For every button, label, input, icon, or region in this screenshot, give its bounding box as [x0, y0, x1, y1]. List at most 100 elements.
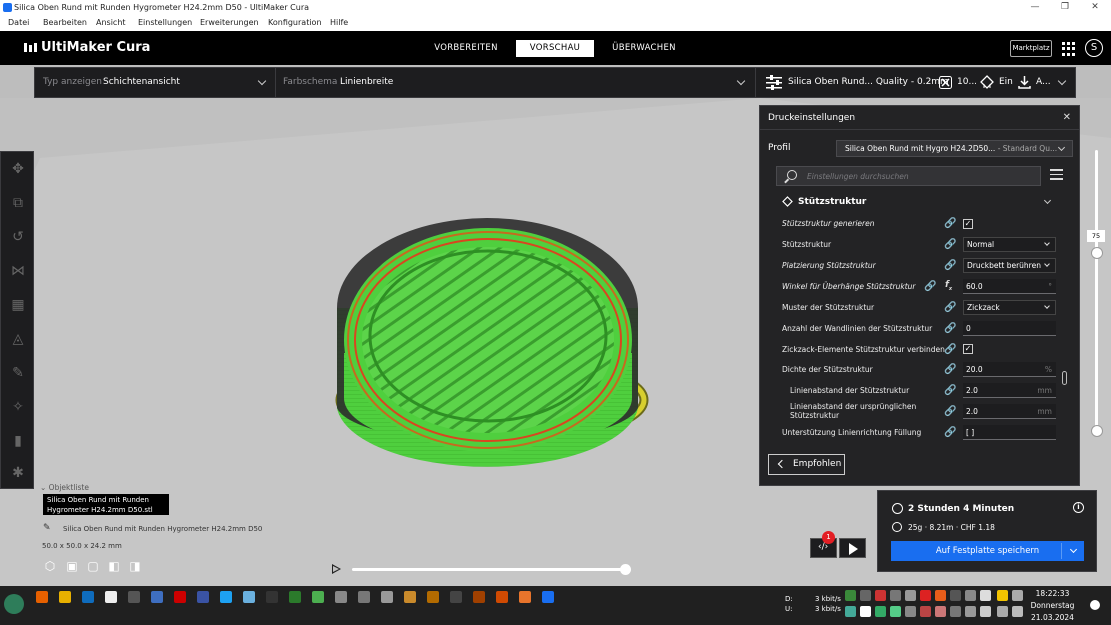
tray-icon[interactable]	[860, 606, 871, 617]
tray-icon[interactable]	[997, 606, 1008, 617]
outlook-icon[interactable]	[82, 591, 94, 603]
menu-ansicht[interactable]: Ansicht	[96, 18, 126, 27]
tray-icon[interactable]	[950, 590, 961, 601]
support-line-distance-input[interactable]: 2.0 mm	[963, 383, 1056, 398]
tray-icon[interactable]	[980, 606, 991, 617]
view-type-select[interactable]: Schichtenansicht	[103, 77, 180, 87]
app-icon[interactable]	[496, 591, 508, 603]
search-input[interactable]: Einstellungen durchsuchen	[807, 172, 909, 181]
maximize-icon[interactable]: ❐	[1050, 0, 1080, 15]
tray-icon[interactable]	[950, 606, 961, 617]
tray-icon[interactable]	[935, 606, 946, 617]
link-icon[interactable]: 🔗	[944, 385, 956, 396]
per-model-settings-icon[interactable]: ▦	[9, 296, 27, 314]
link-icon[interactable]: 🔗	[944, 406, 956, 417]
clock-time[interactable]: 18:22:33	[1030, 589, 1075, 598]
support-placement-select[interactable]: Druckbett berühren	[963, 258, 1056, 273]
simulation-track[interactable]	[352, 568, 625, 571]
menu-hilfe[interactable]: Hilfe	[330, 18, 348, 27]
explorer-icon[interactable]	[59, 591, 71, 603]
scale-tool-icon[interactable]: ⧉	[9, 194, 27, 212]
link-icon[interactable]: 🔗	[924, 281, 936, 292]
tray-icon[interactable]	[860, 590, 871, 601]
clock-day[interactable]: Donnerstag	[1030, 601, 1075, 610]
clock-date[interactable]: 21.03.2024	[1030, 613, 1075, 622]
start-icon[interactable]	[4, 594, 24, 614]
layer-slider[interactable]: 75	[1087, 150, 1105, 440]
menu-einstellungen[interactable]: Einstellungen	[138, 18, 192, 27]
info-icon[interactable]: i	[1073, 502, 1084, 513]
menu-bearbeiten[interactable]: Bearbeiten	[43, 18, 87, 27]
app-icon[interactable]	[335, 591, 347, 603]
recommended-button[interactable]: Empfohlen	[768, 454, 845, 475]
save-to-disk-button[interactable]: Auf Festplatte speichern	[891, 541, 1084, 561]
app-icon[interactable]	[473, 591, 485, 603]
app-icon[interactable]	[151, 591, 163, 603]
initial-support-line-distance-input[interactable]: 2.0 mm	[963, 404, 1056, 419]
tray-icon[interactable]	[920, 606, 931, 617]
play-button[interactable]	[839, 538, 866, 558]
lower-handle[interactable]	[1091, 425, 1103, 437]
menu-erweiterungen[interactable]: Erweiterungen	[200, 18, 259, 27]
link-icon[interactable]: 🔗	[944, 344, 956, 355]
close-icon[interactable]: ✕	[1063, 106, 1071, 130]
app-icon[interactable]	[289, 591, 301, 603]
tray-icon[interactable]	[965, 590, 976, 601]
app-icon[interactable]	[128, 591, 140, 603]
category-title[interactable]: Stützstruktur	[798, 197, 866, 207]
app-icon[interactable]	[266, 591, 278, 603]
view-left-icon[interactable]: ◧	[107, 559, 121, 573]
support-density-input[interactable]: 20.0%	[963, 362, 1056, 377]
infill-line-direction-input[interactable]: [ ]	[963, 425, 1056, 440]
app-icon[interactable]	[450, 591, 462, 603]
profile-select[interactable]: Silica Oben Rund mit Hygro H24.2D50... -…	[836, 140, 1073, 157]
generate-support-checkbox[interactable]: ✓	[963, 219, 973, 229]
support-wall-count-input[interactable]: 0	[963, 321, 1056, 336]
view-top-icon[interactable]: ▢	[86, 559, 100, 573]
layer-number[interactable]: 75	[1087, 230, 1105, 242]
menu-icon[interactable]	[1050, 169, 1063, 181]
support-structure-select[interactable]: Normal	[963, 237, 1056, 252]
chevron-down-icon[interactable]	[1043, 196, 1052, 205]
menu-konfiguration[interactable]: Konfiguration	[268, 18, 322, 27]
overhang-angle-input[interactable]: 60.0 °	[963, 279, 1056, 294]
app-icon[interactable]	[174, 591, 186, 603]
tray-icon[interactable]	[905, 590, 916, 601]
marketplace-button[interactable]: Marktplatz	[1010, 40, 1052, 57]
tree-support-icon[interactable]: ✱	[9, 464, 27, 482]
color-scheme-select[interactable]: Linienbreite	[340, 77, 393, 87]
tab-vorbereiten[interactable]: VORBEREITEN	[428, 40, 504, 57]
tab-vorschau[interactable]: VORSCHAU	[516, 40, 594, 57]
support-pattern-select[interactable]: Zickzack	[963, 300, 1056, 315]
app-icon[interactable]	[358, 591, 370, 603]
chevron-down-icon[interactable]	[736, 76, 746, 86]
app-icon[interactable]	[243, 591, 255, 603]
tray-icon[interactable]	[890, 590, 901, 601]
link-icon[interactable]: 🔗	[944, 364, 956, 375]
app-icon[interactable]	[381, 591, 393, 603]
apps-grid-icon[interactable]	[1062, 42, 1076, 56]
mirror-tool-icon[interactable]: ⋈	[9, 262, 27, 280]
object-name[interactable]: Silica Oben Rund mit Runden Hygrometer H…	[63, 525, 262, 533]
pencil-icon[interactable]: ✎	[43, 523, 51, 533]
link-icon[interactable]: 🔗	[944, 218, 956, 229]
chevron-down-icon[interactable]	[1057, 76, 1067, 86]
app-icon[interactable]	[105, 591, 117, 603]
close-icon[interactable]: ✕	[1080, 0, 1110, 15]
move-tool-icon[interactable]: ✥	[9, 160, 27, 178]
app-icon[interactable]	[220, 591, 232, 603]
tray-icon[interactable]	[997, 590, 1008, 601]
tray-icon[interactable]	[980, 590, 991, 601]
app-icon[interactable]	[427, 591, 439, 603]
view-front-icon[interactable]: ▣	[65, 559, 79, 573]
tray-icon[interactable]	[1012, 590, 1023, 601]
tray-icon[interactable]	[905, 606, 916, 617]
function-icon[interactable]: fx	[945, 280, 952, 292]
tray-icon[interactable]	[1012, 606, 1023, 617]
scrollbar[interactable]	[1062, 371, 1067, 385]
cura-taskbar-icon[interactable]	[542, 591, 554, 603]
tab-ueberwachen[interactable]: ÜBERWACHEN	[606, 40, 682, 57]
firefox-icon[interactable]	[36, 591, 48, 603]
tray-icon[interactable]	[920, 590, 931, 601]
connect-zigzag-checkbox[interactable]: ✓	[963, 344, 973, 354]
